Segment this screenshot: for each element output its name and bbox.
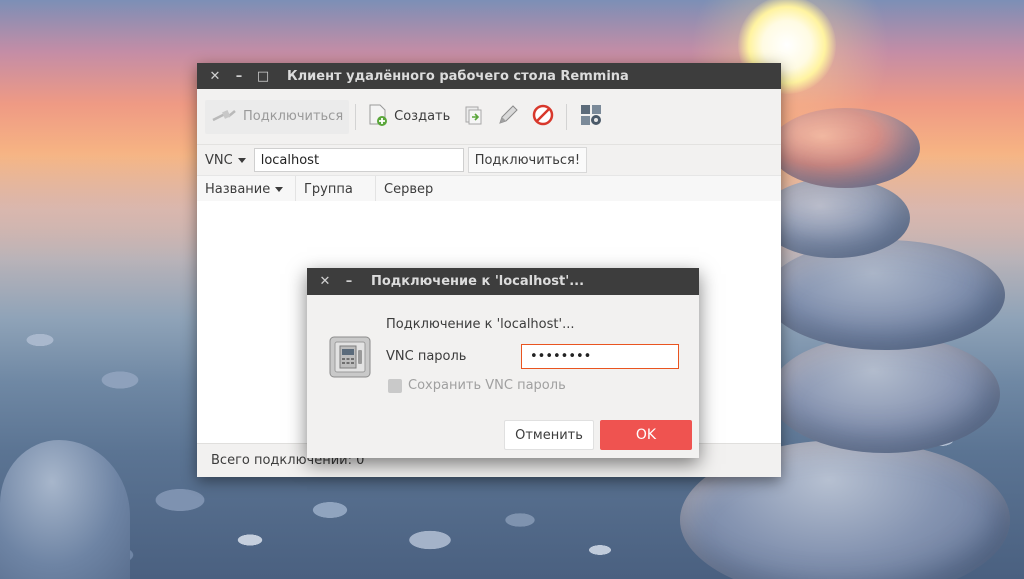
preferences-button[interactable] <box>573 100 609 134</box>
column-name-label: Название <box>205 181 271 197</box>
new-document-icon <box>368 104 388 130</box>
connect-button[interactable]: Подключиться <box>205 99 350 134</box>
checkbox-box <box>388 378 402 393</box>
safe-icon <box>329 336 371 378</box>
password-label: VNC пароль <box>386 349 467 364</box>
host-input[interactable] <box>253 148 464 172</box>
toolbar-separator <box>355 103 357 130</box>
quick-connect-bar: VNC Подключиться! <box>197 145 781 175</box>
dialog-title: Подключение к 'localhost'... <box>371 274 585 289</box>
auth-dialog: ✕ – Подключение к 'localhost'... Подключ… <box>307 268 699 458</box>
save-password-checkbox[interactable]: Сохранить VNC пароль <box>388 378 566 393</box>
stone-top <box>770 108 920 188</box>
main-titlebar[interactable]: ✕ – □ Клиент удалённого рабочего стола R… <box>197 63 781 89</box>
dialog-heading: Подключение к 'localhost'... <box>386 317 575 332</box>
close-button[interactable]: ✕ <box>207 68 223 84</box>
pencil-icon <box>496 103 520 131</box>
window-title: Клиент удалённого рабочего стола Remmina <box>287 68 629 84</box>
toolbar: Подключиться Создать <box>197 89 781 145</box>
create-button[interactable]: Создать <box>362 100 456 134</box>
column-group[interactable]: Группа <box>296 176 376 202</box>
create-button-label: Создать <box>394 109 451 124</box>
ok-button[interactable]: OK <box>600 420 692 450</box>
maximize-button[interactable]: □ <box>255 68 271 84</box>
password-input[interactable] <box>521 344 679 369</box>
dialog-titlebar[interactable]: ✕ – Подключение к 'localhost'... <box>307 268 699 295</box>
sort-down-icon <box>275 186 284 192</box>
column-server[interactable]: Сервер <box>376 176 441 202</box>
copy-button[interactable] <box>456 100 490 134</box>
delete-button[interactable] <box>526 100 560 134</box>
dialog-minimize-button[interactable]: – <box>341 274 357 290</box>
toolbar-separator <box>566 103 568 130</box>
stone-3 <box>765 240 1005 350</box>
protocol-select[interactable]: VNC <box>199 148 252 172</box>
copy-icon <box>462 104 484 130</box>
column-name[interactable]: Название <box>197 176 296 202</box>
cancel-button[interactable]: Отменить <box>504 420 594 450</box>
edit-button[interactable] <box>490 100 526 134</box>
save-password-label: Сохранить VNC пароль <box>408 378 566 393</box>
dialog-close-button[interactable]: ✕ <box>317 274 333 290</box>
delete-icon <box>532 104 554 130</box>
connect-button-label: Подключиться <box>243 109 344 124</box>
plug-icon <box>211 106 237 128</box>
quick-connect-button[interactable]: Подключиться! <box>467 147 588 173</box>
protocol-value: VNC <box>205 152 233 168</box>
minimize-button[interactable]: – <box>231 68 247 84</box>
settings-icon <box>579 103 603 131</box>
stone-4 <box>770 335 1000 453</box>
stone-2 <box>760 178 910 258</box>
chevron-down-icon <box>237 157 246 163</box>
list-headers: Название Группа Сервер <box>197 175 781 203</box>
